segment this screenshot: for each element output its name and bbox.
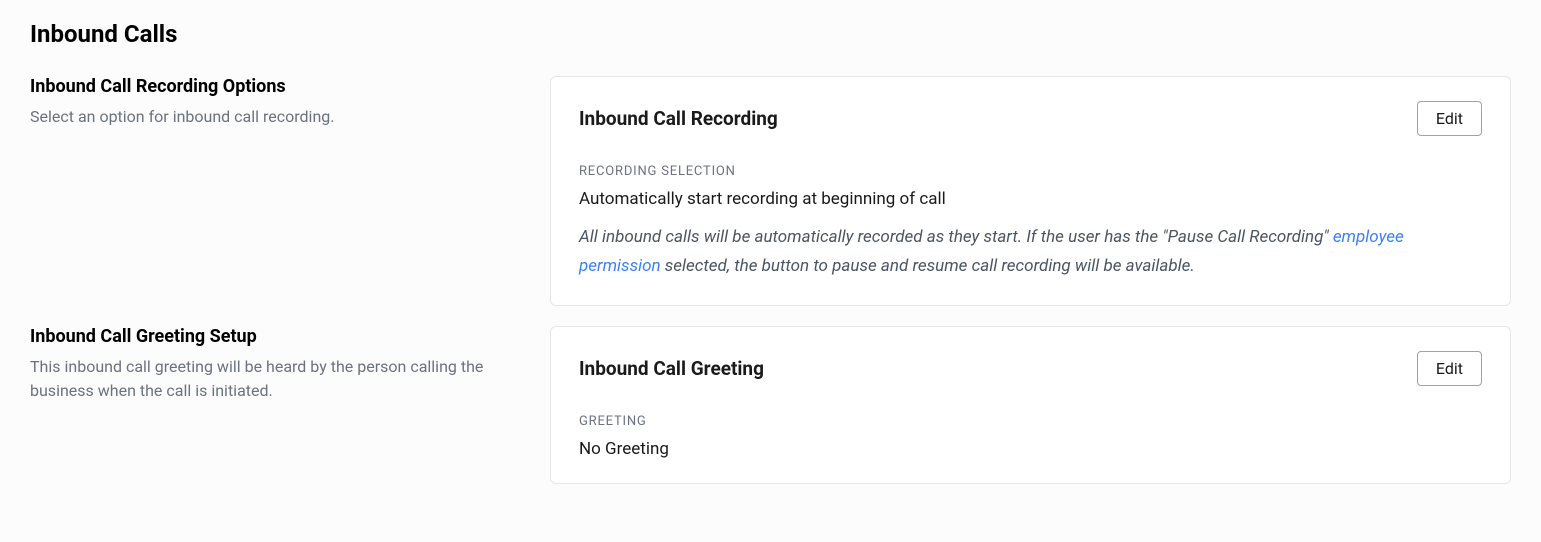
greeting-setup-heading: Inbound Call Greeting Setup (30, 326, 510, 347)
greeting-section-right: Inbound Call Greeting Edit GREETING No G… (550, 326, 1511, 484)
greeting-section: Inbound Call Greeting Setup This inbound… (30, 326, 1511, 484)
recording-desc-text-2: selected, the button to pause and resume… (661, 256, 1195, 276)
greeting-card-title: Inbound Call Greeting (579, 357, 764, 380)
greeting-label: GREETING (579, 414, 1482, 429)
greeting-card-header: Inbound Call Greeting Edit (579, 351, 1482, 386)
recording-selection-value: Automatically start recording at beginni… (579, 189, 1482, 209)
recording-card: Inbound Call Recording Edit RECORDING SE… (550, 76, 1511, 306)
recording-card-header: Inbound Call Recording Edit (579, 101, 1482, 136)
greeting-card: Inbound Call Greeting Edit GREETING No G… (550, 326, 1511, 484)
recording-section: Inbound Call Recording Options Select an… (30, 76, 1511, 306)
recording-options-heading: Inbound Call Recording Options (30, 76, 510, 97)
recording-card-title: Inbound Call Recording (579, 107, 778, 130)
greeting-setup-description: This inbound call greeting will be heard… (30, 355, 510, 403)
recording-selection-label: RECORDING SELECTION (579, 164, 1482, 179)
edit-greeting-button[interactable]: Edit (1417, 351, 1482, 386)
recording-section-left: Inbound Call Recording Options Select an… (30, 76, 510, 306)
page-title: Inbound Calls (30, 20, 1511, 48)
recording-section-right: Inbound Call Recording Edit RECORDING SE… (550, 76, 1511, 306)
edit-recording-button[interactable]: Edit (1417, 101, 1482, 136)
greeting-section-left: Inbound Call Greeting Setup This inbound… (30, 326, 510, 484)
recording-options-description: Select an option for inbound call record… (30, 105, 510, 129)
recording-desc-text-1: All inbound calls will be automatically … (579, 227, 1333, 247)
recording-selection-description: All inbound calls will be automatically … (579, 223, 1482, 281)
greeting-value: No Greeting (579, 439, 1482, 459)
